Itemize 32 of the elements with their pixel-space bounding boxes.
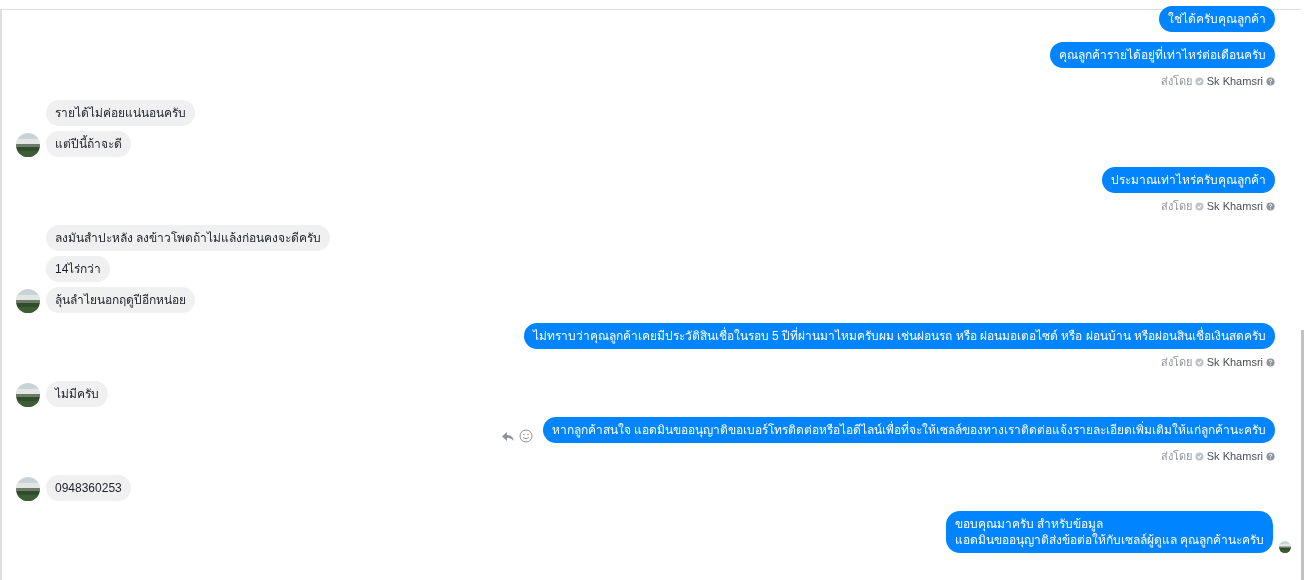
message-bubble: ลงมันสำปะหลัง ลงข้าวโพดถ้าไม่แล้งก่อนคงจะดีครับ <box>46 225 331 251</box>
message-bubble: ใช่ได้ครับคุณลูกค้า <box>1159 6 1275 32</box>
message-bubble: 14ไร่กว่า <box>46 256 111 282</box>
sent-by-label: ส่งโดย <box>1160 449 1192 464</box>
sent-by-label: ส่งโดย <box>1160 74 1192 89</box>
reply-icon[interactable] <box>500 429 515 443</box>
message-bubble: ไม่ทราบว่าคุณลูกค้าเคยมีประวัติสินเชื่อในรอบ 5 ปีที่ผ่านมาไหมครับผม เช่นผ่อนรถ หรือ ผ่อนมอเตอไซด์ หรือ ผ่อนบ้าน หรือผ่อนสินเชื่อเงินสดครับ <box>523 323 1275 349</box>
message-bubble: หากลูกค้าสนใจ แอดมินขออนุญาติขอเบอร์โทรติดต่อหรือไอดีไลน์เพื่อที่จะให้เซลล์ของทางเราติดต่อแจ้งรายละเอียดเพิ่มเติมให้แก่ลูกค้านะครับ <box>542 417 1275 443</box>
sender-name[interactable]: Sk Khamsri <box>1206 450 1263 462</box>
sent-by-label: ส่งโดย <box>1160 355 1192 370</box>
sender-name[interactable]: Sk Khamsri <box>1206 356 1263 368</box>
check-icon <box>1194 357 1204 367</box>
sender-name[interactable]: Sk Khamsri <box>1206 75 1263 87</box>
check-icon <box>1194 76 1204 86</box>
scrollbar-thumb[interactable] <box>1301 330 1304 580</box>
check-icon <box>1194 201 1204 211</box>
message-bubble: รายได้ไม่ค่อยแน่นอนครับ <box>46 100 195 126</box>
sender-name[interactable]: Sk Khamsri <box>1206 200 1263 212</box>
sent-by-label: ส่งโดย <box>1160 199 1192 214</box>
message-bubble: ลุ้นลำไยนอกฤดูปีอีกหน่อย <box>46 287 195 313</box>
message-bubble: ประมาณเท่าไหร่ครับคุณลูกค้า <box>1102 167 1275 193</box>
message-bubble: ไม่มีครับ <box>46 381 108 407</box>
help-icon[interactable] <box>1266 357 1275 367</box>
message-bubble: คุณลูกค้ารายได้อยู่ที่เท่าไหร่ต่อเดือนครับ <box>1050 42 1275 68</box>
help-icon[interactable] <box>1266 201 1275 211</box>
message-bubble: แต่ปีนี้ถ้าจะดี <box>46 131 131 157</box>
help-icon[interactable] <box>1266 451 1275 461</box>
message-bubble: ขอบคุณมาครับ สำหรับข้อมูล แอดมินขออนุญาติส่งข้อต่อให้กับเซลล์ผู้ดูแล คุณลูกค้านะครับ <box>945 511 1273 553</box>
emoji-icon[interactable] <box>518 429 533 443</box>
message-bubble: 0948360253 <box>46 475 131 501</box>
check-icon <box>1194 451 1204 461</box>
help-icon[interactable] <box>1266 76 1275 86</box>
